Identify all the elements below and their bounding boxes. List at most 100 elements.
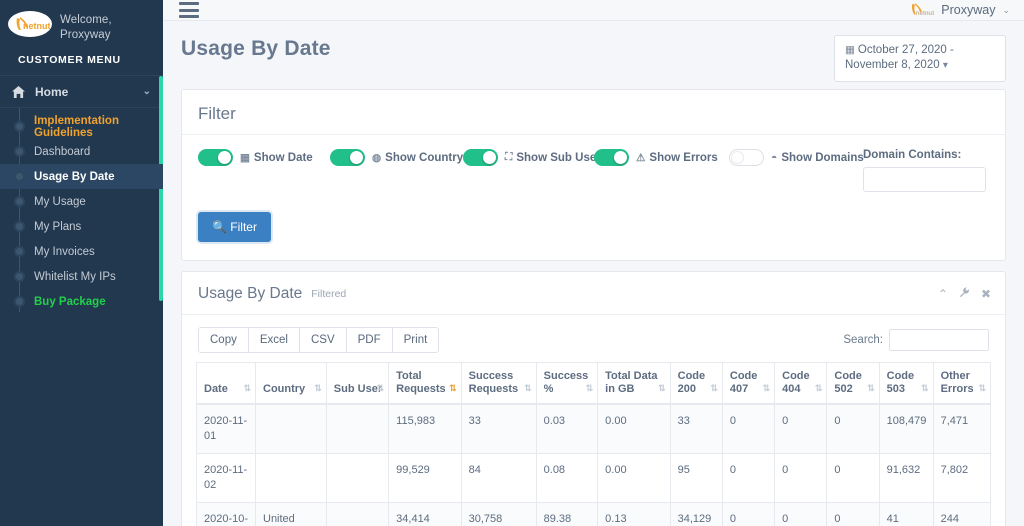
sidebar-item-whitelist-my-ips[interactable]: Whitelist My IPs (0, 264, 163, 289)
toggle-show-sub-user-label: ⛶ Show Sub User (505, 151, 601, 164)
export-print-button[interactable]: Print (391, 327, 440, 353)
col-header-country[interactable]: Country ⇅ (255, 362, 327, 405)
toggle-label-text: Show Sub User (516, 151, 601, 164)
col-header-date[interactable]: Date ⇅ (196, 362, 256, 405)
toggle-show-country[interactable] (330, 149, 365, 166)
col-header-success-requests[interactable]: Success Requests ⇅ (460, 362, 537, 405)
sidebar-item-my-plans[interactable]: My Plans (0, 214, 163, 239)
close-icon[interactable]: ✖ (981, 287, 991, 301)
cell-code-200: 33 (669, 403, 723, 454)
cell-other-errors: 244 (932, 502, 992, 526)
filter-submit-wrap: 🔍 Filter (182, 200, 1005, 260)
cell-total-data-gb: 0.00 (597, 403, 671, 454)
cell-code-502: 0 (826, 453, 880, 503)
usage-table-header: Usage By Date Filtered ⌃ ✖ (182, 272, 1005, 315)
col-label: Code 200 (677, 370, 706, 395)
col-header-code-407[interactable]: Code 407 ⇅ (721, 362, 776, 405)
account-menu[interactable]: netnut Proxyway ⌄ (908, 0, 1010, 20)
wrench-icon[interactable] (959, 287, 970, 301)
sidebar-item-home[interactable]: Home ⌄ (0, 75, 163, 108)
date-range-value: October 27, 2020 - November 8, 2020 (845, 44, 954, 71)
hamburger-icon[interactable] (179, 2, 199, 18)
sidebar-item-label: Dashboard (34, 145, 91, 158)
toggle-group-show-date: ▦ Show Date (198, 149, 330, 166)
sidebar-item-dashboard[interactable]: Dashboard (0, 139, 163, 164)
col-header-code-404[interactable]: Code 404 ⇅ (774, 362, 828, 405)
netnut-mini-logo-icon: netnut (908, 0, 934, 20)
sitemap-icon: ⛶ (505, 151, 513, 163)
filter-submit-button[interactable]: 🔍 Filter (198, 212, 271, 242)
col-header-code-502[interactable]: Code 502 ⇅ (826, 362, 880, 405)
cell-code-503: 41 (878, 502, 934, 526)
sidebar-item-my-invoices[interactable]: My Invoices (0, 239, 163, 264)
col-label: Code 404 (782, 370, 810, 395)
col-header-other-errors[interactable]: Other Errors ⇅ (932, 362, 992, 405)
bullet-icon (16, 273, 23, 280)
export-excel-button[interactable]: Excel (247, 327, 300, 353)
sidebar-item-label: My Invoices (34, 245, 95, 258)
cell-code-200: 34,129 (669, 502, 723, 526)
table-header-row: Date ⇅ Country ⇅ Sub User ⇅ Total Requests ⇅… (196, 362, 992, 405)
export-copy-button[interactable]: Copy (198, 327, 249, 353)
export-pdf-button[interactable]: PDF (345, 327, 393, 353)
sidebar-item-home-label: Home (35, 84, 69, 99)
col-header-total-requests[interactable]: Total Requests ⇅ (388, 362, 462, 405)
cell-code-407: 0 (721, 502, 776, 526)
chevron-down-icon: ⌄ (142, 86, 151, 97)
domain-contains-input[interactable] (863, 167, 986, 192)
table-row[interactable]: 2020-11-02 99,529 84 0.08 0.00 95 0 0 0 … (196, 453, 992, 503)
col-header-code-200[interactable]: Code 200 ⇅ (669, 362, 723, 405)
cell-date: 2020-10-31 (196, 502, 256, 526)
calendar-icon: ▦ (845, 44, 855, 56)
toggle-show-sub-user[interactable] (463, 149, 498, 166)
export-csv-button[interactable]: CSV (298, 327, 347, 353)
toggle-show-date[interactable] (198, 149, 233, 166)
sidebar-item-label: Whitelist My IPs (34, 270, 116, 283)
cell-success-requests: 30,758 (460, 502, 537, 526)
col-label: Country (263, 383, 306, 395)
col-header-code-503[interactable]: Code 503 ⇅ (878, 362, 934, 405)
chevron-down-icon: ▾ (942, 60, 948, 71)
page-title: Usage By Date (181, 37, 331, 60)
page-header: Usage By Date ▦ October 27, 2020 - Novemb… (163, 21, 1024, 82)
cell-other-errors: 7,802 (932, 453, 992, 503)
date-range-picker[interactable]: ▦ October 27, 2020 - November 8, 2020 ▾ (834, 35, 1006, 82)
bullet-icon (16, 298, 23, 305)
table-search-input[interactable] (889, 329, 989, 351)
cell-total-requests: 99,529 (388, 453, 462, 503)
cell-success-requests: 84 (460, 453, 537, 503)
col-header-sub-user[interactable]: Sub User ⇅ (325, 362, 390, 405)
cell-success-percent: 89.38 (535, 502, 599, 526)
sidebar-item-label: My Plans (34, 220, 82, 233)
col-header-total-data-gb[interactable]: Total Data in GB ⇅ (597, 362, 671, 405)
cell-country (255, 453, 327, 503)
sidebar: netnut Welcome, Proxyway CUSTOMER MENU H… (0, 0, 163, 526)
export-button-group: Copy Excel CSV PDF Print (198, 327, 440, 353)
cell-date: 2020-11-02 (196, 453, 256, 503)
toggle-group-show-country: ◍ Show Country (330, 149, 463, 166)
sidebar-item-buy-package[interactable]: Buy Package (0, 289, 163, 314)
usage-data-table: Date ⇅ Country ⇅ Sub User ⇅ Total Requests ⇅… (196, 362, 992, 526)
toggle-group-show-domains: ◓ Show Domains (729, 149, 864, 166)
sidebar-item-implementation-guidelines[interactable]: Implementation Guidelines (0, 114, 163, 139)
toggle-label-text: Show Errors (649, 151, 718, 164)
table-row[interactable]: 2020-10-31 United States 34,414 30,758 8… (196, 502, 992, 526)
sort-icon: ⇅ (710, 383, 717, 393)
toggle-label-text: Show Domains (781, 151, 864, 164)
toggle-show-errors[interactable] (594, 149, 629, 166)
toggle-show-domains[interactable] (729, 149, 764, 166)
welcome-text: Welcome, Proxyway (60, 8, 112, 43)
col-label: Other Errors (940, 370, 974, 395)
sidebar-item-my-usage[interactable]: My Usage (0, 189, 163, 214)
bullet-icon (16, 123, 23, 130)
sidebar-item-usage-by-date[interactable]: Usage By Date (0, 164, 163, 189)
collapse-icon[interactable]: ⌃ (938, 287, 948, 301)
table-row[interactable]: 2020-11-01 115,983 33 0.03 0.00 33 0 0 0… (196, 403, 992, 454)
col-header-success-percent[interactable]: Success % ⇅ (535, 362, 599, 405)
netnut-logo-icon: netnut (8, 11, 52, 37)
sidebar-brand: netnut Welcome, Proxyway (0, 0, 163, 50)
col-label: Date (204, 383, 228, 395)
cell-country: United States (255, 502, 327, 526)
bullet-icon (16, 148, 23, 155)
usage-table-title: Usage By Date (198, 285, 303, 302)
